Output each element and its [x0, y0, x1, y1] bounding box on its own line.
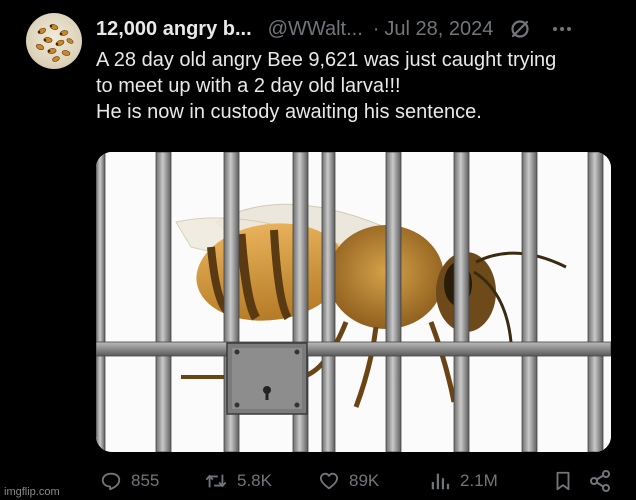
- author-name[interactable]: 12,000 angry b...: [96, 18, 252, 41]
- tweet-header: 12,000 angry b... @WWalt... · Jul 28, 20…: [96, 14, 616, 44]
- repost-icon: [204, 470, 228, 492]
- grok-slash-icon[interactable]: [509, 18, 531, 40]
- more-dots-icon[interactable]: [551, 18, 573, 40]
- tweet-text-line: He is now in custody awaiting his senten…: [96, 101, 482, 123]
- tweet-text: A 28 day old angry Bee 9,621 was just ca…: [96, 47, 616, 125]
- like-button[interactable]: 89K: [318, 466, 379, 496]
- tweet-media-image[interactable]: [96, 152, 611, 452]
- imgflip-watermark: imgflip.com: [4, 486, 60, 498]
- author-handle[interactable]: @WWalt...: [268, 18, 363, 41]
- avatar-bees-image: [35, 24, 74, 62]
- repost-button[interactable]: 5.8K: [204, 466, 272, 496]
- repost-count: 5.8K: [237, 471, 272, 490]
- avatar[interactable]: [26, 13, 82, 69]
- share-button[interactable]: [588, 466, 621, 496]
- views-count: 2.1M: [460, 471, 498, 490]
- share-icon: [588, 469, 612, 493]
- bee-in-jail-illustration: [96, 152, 611, 452]
- reply-icon: [100, 470, 122, 492]
- reply-count: 855: [131, 471, 160, 490]
- bookmark-button[interactable]: [552, 466, 583, 496]
- bookmark-icon: [552, 470, 574, 492]
- tweet-action-bar: 855 5.8K 89K 2.1M: [96, 466, 616, 496]
- heart-icon: [318, 470, 340, 492]
- reply-button[interactable]: 855: [100, 466, 159, 496]
- tweet-text-line: to meet up with a 2 day old larva!!!: [96, 75, 401, 97]
- bar-chart-icon: [429, 470, 451, 492]
- tweet-date[interactable]: Jul 28, 2024: [384, 18, 493, 41]
- like-count: 89K: [349, 471, 380, 490]
- views-button[interactable]: 2.1M: [429, 466, 498, 496]
- separator-dot: ·: [372, 17, 380, 40]
- tweet-text-line: A 28 day old angry Bee 9,621 was just ca…: [96, 49, 557, 71]
